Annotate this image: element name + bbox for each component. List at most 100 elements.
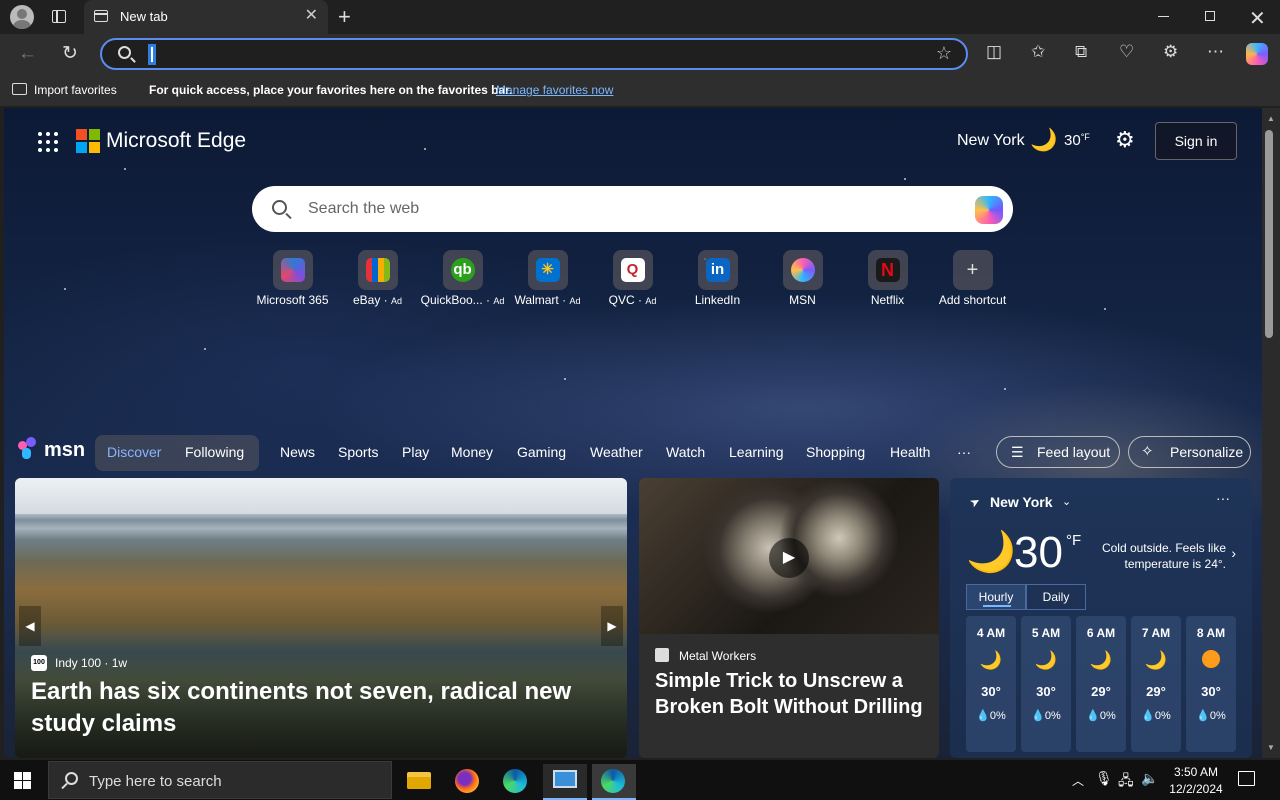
card-headline[interactable]: Simple Trick to Unscrew a Broken Bolt Wi… (655, 668, 925, 720)
split-screen-icon[interactable]: ◫ (986, 42, 1002, 62)
weather-card[interactable]: ➤ New York ⌄ ··· 🌙 30 °F Cold outside. F… (950, 478, 1252, 758)
browser-essentials-icon[interactable]: ♡ (1119, 42, 1134, 62)
volume-icon[interactable]: 🔈 (1141, 770, 1158, 787)
clock-date[interactable]: 12/2/2024 (1166, 782, 1226, 796)
tab-discover[interactable]: Discover (107, 444, 161, 460)
carousel-next-button[interactable]: ▶ (601, 606, 623, 646)
profile-avatar[interactable] (10, 5, 34, 29)
app-launcher-icon[interactable] (38, 132, 58, 152)
copilot-icon[interactable] (975, 196, 1003, 224)
tab-title: New tab (120, 9, 168, 24)
shortcut-ebay[interactable]: eBay · Ad (335, 250, 420, 307)
shortcut-label: QVC (608, 293, 635, 307)
collections-icon[interactable]: ⧉ (1075, 42, 1087, 62)
scrollbar-thumb[interactable] (1265, 130, 1273, 338)
personalize-button[interactable]: ✧ Personalize (1128, 436, 1251, 468)
sign-in-button[interactable]: Sign in (1155, 122, 1237, 160)
notifications-icon[interactable] (1238, 771, 1255, 786)
remote-desktop-icon[interactable] (543, 764, 587, 800)
shortcut-msn[interactable]: MSN (760, 250, 845, 307)
manage-favorites-link[interactable]: Manage favorites now (496, 83, 613, 97)
network-icon[interactable]: 🖧 (1118, 770, 1134, 794)
microphone-icon[interactable]: 🎙 (1095, 770, 1113, 787)
hourly-forecast-item[interactable]: 6 AM 🌙 29° 💧0% (1076, 616, 1126, 752)
hourly-forecast-item[interactable]: 7 AM 🌙 29° 💧0% (1131, 616, 1181, 752)
weather-city[interactable]: New York (957, 132, 1025, 150)
news-card-video[interactable]: ▶ Metal Workers Simple Trick to Unscrew … (639, 478, 939, 758)
nav-gaming[interactable]: Gaming (517, 444, 566, 460)
nav-health[interactable]: Health (890, 444, 930, 460)
news-card-main[interactable]: ◀ ▶ 100 Indy 100 · 1w Earth has six cont… (15, 478, 627, 758)
new-tab-button[interactable]: + (338, 4, 351, 30)
hourly-forecast-item[interactable]: 4 AM 🌙 30° 💧0% (966, 616, 1016, 752)
address-bar[interactable]: ☆ (100, 38, 968, 70)
vertical-tabs-icon[interactable] (52, 10, 66, 23)
chevron-right-icon[interactable]: › (1231, 545, 1236, 561)
hour-precip: 💧0% (1086, 710, 1116, 722)
edge-dev-icon[interactable] (592, 764, 636, 800)
tab-following[interactable]: Following (185, 444, 244, 460)
shortcut-netflix[interactable]: N Netflix (845, 250, 930, 307)
shortcut-label: MSN (789, 293, 816, 307)
more-options-icon[interactable]: ⋯ (1207, 42, 1224, 62)
nav-shopping[interactable]: Shopping (806, 444, 865, 460)
import-favorites-button[interactable]: Import favorites (34, 83, 117, 97)
shortcut-quickbooks[interactable]: qb QuickBoo... · Ad (420, 250, 505, 307)
weather-description[interactable]: Cold outside. Feels like temperature is … (1096, 540, 1226, 572)
nav-more[interactable]: ··· (957, 444, 971, 460)
hourly-forecast-item[interactable]: 5 AM 🌙 30° 💧0% (1021, 616, 1071, 752)
scroll-up-arrow-icon[interactable]: ▲ (1267, 114, 1275, 123)
tab-new-tab[interactable]: New tab ✕ (84, 0, 328, 34)
star-decoration (424, 148, 426, 150)
sliders-icon: ☰ (1011, 444, 1024, 460)
show-hidden-icons-chevron-icon[interactable]: ︿ (1072, 772, 1084, 789)
tab-hourly[interactable]: Hourly (966, 584, 1026, 610)
nav-news[interactable]: News (280, 444, 315, 460)
minimize-button[interactable] (1158, 16, 1169, 17)
scroll-down-arrow-icon[interactable]: ▼ (1267, 743, 1275, 752)
start-button[interactable] (14, 772, 31, 789)
nav-money[interactable]: Money (451, 444, 493, 460)
back-button[interactable]: ← (18, 43, 37, 65)
shortcut-linkedin[interactable]: in LinkedIn (675, 250, 760, 307)
shortcut-qvc[interactable]: Q QVC · Ad (590, 250, 675, 307)
favorite-star-icon[interactable]: ☆ (936, 43, 952, 64)
web-search-box[interactable]: Search the web (252, 186, 1013, 232)
weather-city[interactable]: New York (990, 494, 1053, 510)
tab-daily[interactable]: Daily (1026, 584, 1086, 610)
copilot-icon[interactable] (1246, 43, 1268, 65)
more-options-icon[interactable]: ··· (1216, 490, 1230, 506)
file-explorer-icon[interactable] (397, 764, 441, 800)
nav-watch[interactable]: Watch (666, 444, 705, 460)
nav-sports[interactable]: Sports (338, 444, 378, 460)
nav-weather[interactable]: Weather (590, 444, 643, 460)
feed-layout-label: Feed layout (1037, 444, 1111, 460)
nav-learning[interactable]: Learning (729, 444, 784, 460)
taskbar-search-box[interactable]: Type here to search (48, 761, 392, 799)
edge-icon[interactable] (494, 764, 538, 800)
import-icon[interactable] (12, 83, 27, 95)
play-icon[interactable]: ▶ (769, 538, 809, 578)
gear-icon[interactable]: ⚙ (1115, 127, 1135, 153)
firefox-icon[interactable] (446, 764, 490, 800)
chevron-down-icon[interactable]: ⌄ (1062, 495, 1071, 508)
refresh-button[interactable]: ↻ (62, 42, 78, 65)
card-headline[interactable]: Earth has six continents not seven, radi… (31, 676, 621, 740)
tab-close-icon[interactable]: ✕ (305, 8, 318, 24)
shortcut-add[interactable]: + Add shortcut (930, 250, 1015, 307)
carousel-prev-button[interactable]: ◀ (19, 606, 41, 646)
search-placeholder: Search the web (308, 200, 420, 217)
favorites-icon[interactable]: ✩ (1031, 42, 1045, 62)
window-close-button[interactable]: ✕ (1249, 6, 1266, 31)
nav-play[interactable]: Play (402, 444, 429, 460)
search-icon (118, 46, 131, 59)
vertical-scrollbar[interactable]: ▲ ▼ (1262, 108, 1280, 758)
shortcut-microsoft-365[interactable]: Microsoft 365 (250, 250, 335, 307)
weather-temp[interactable]: 30°F (1064, 132, 1090, 149)
feed-layout-button[interactable]: ☰ Feed layout (996, 436, 1120, 468)
extensions-icon[interactable]: ⚙ (1163, 42, 1178, 62)
shortcut-walmart[interactable]: ✳ Walmart · Ad (505, 250, 590, 307)
hourly-forecast-item[interactable]: 8 AM 30° 💧0% (1186, 616, 1236, 752)
maximize-button[interactable] (1205, 11, 1215, 21)
clock-time[interactable]: 3:50 AM (1171, 765, 1221, 779)
